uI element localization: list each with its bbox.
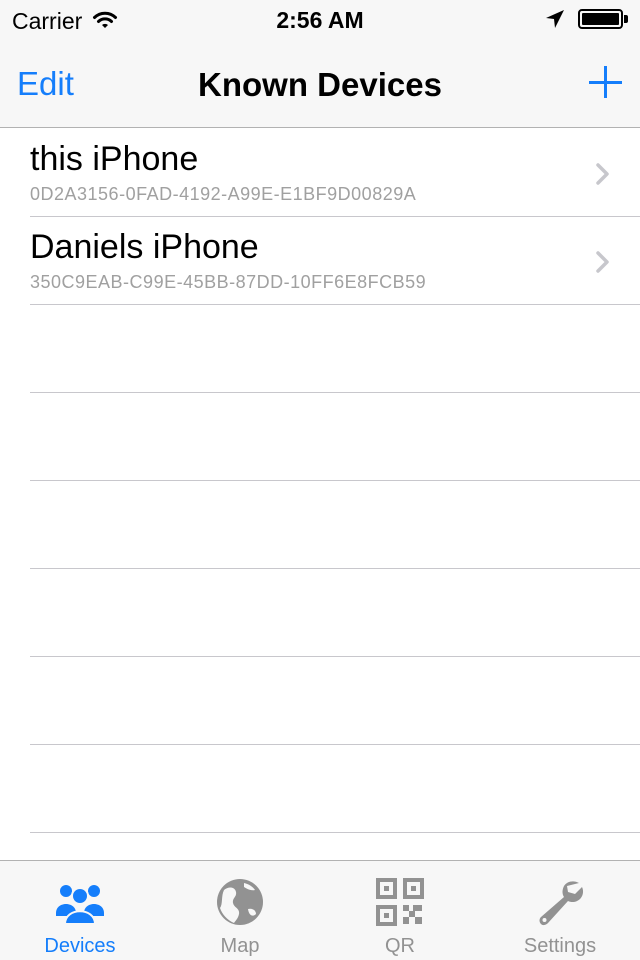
empty-row [30,569,640,657]
chevron-right-icon [596,251,609,273]
tab-label: QR [385,935,415,957]
tab-label: Devices [44,935,116,957]
device-row[interactable]: this iPhone 0D2A3156-0FAD-4192-A99E-E1BF… [30,129,640,217]
wrench-icon [539,881,584,926]
status-indicators [544,8,628,30]
chevron-right-icon [596,163,609,185]
device-uuid: 0D2A3156-0FAD-4192-A99E-E1BF9D00829A [30,184,417,204]
device-uuid: 350C9EAB-C99E-45BB-87DD-10FF6E8FCB59 [30,272,427,292]
devices-table[interactable]: this iPhone 0D2A3156-0FAD-4192-A99E-E1BF… [0,129,640,860]
device-row[interactable]: Daniels iPhone 350C9EAB-C99E-45BB-87DD-1… [30,217,640,305]
tab-bar: Devices Map QR Settings [0,860,640,960]
battery-icon [578,8,628,30]
empty-row [30,393,640,481]
tab-label: Settings [523,935,597,957]
device-name: Daniels iPhone [30,228,259,266]
empty-row [30,481,640,569]
tab-qr[interactable]: QR [320,861,480,960]
device-name: this iPhone [30,140,199,178]
tab-map[interactable]: Map [160,861,320,960]
empty-row [30,745,640,833]
plus-icon[interactable] [586,62,626,102]
tab-label: Map [220,935,260,957]
tab-devices[interactable]: Devices [0,861,160,960]
tab-settings[interactable]: Settings [480,861,640,960]
navigation-bar: Edit Known Devices [0,40,640,128]
empty-row [30,657,640,745]
status-bar: Carrier 2:56 AM [0,0,640,40]
globe-icon [217,879,263,925]
empty-row [30,305,640,393]
location-arrow-icon [546,10,564,28]
people-icon [56,885,104,925]
qr-code-icon [376,878,424,926]
page-title: Known Devices [198,66,442,103]
